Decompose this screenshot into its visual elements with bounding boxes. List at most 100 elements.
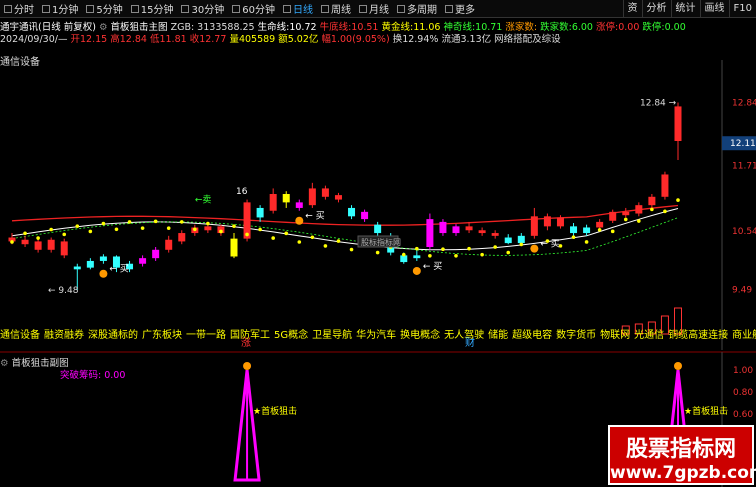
candle-body[interactable] bbox=[478, 230, 486, 234]
concept-tag[interactable]: 物联网 bbox=[600, 330, 630, 341]
candle-body[interactable] bbox=[426, 219, 434, 247]
goldline-dot bbox=[401, 252, 406, 257]
candle-body[interactable] bbox=[517, 235, 525, 244]
candle-body[interactable] bbox=[34, 241, 42, 250]
candle-body[interactable] bbox=[73, 266, 81, 270]
candle-body[interactable] bbox=[47, 239, 55, 250]
candle-body[interactable] bbox=[334, 195, 342, 200]
candle-body[interactable] bbox=[269, 194, 277, 211]
goldline-dot bbox=[519, 242, 524, 247]
candle-body[interactable] bbox=[530, 216, 538, 236]
candle-body[interactable] bbox=[348, 207, 356, 217]
candle-body[interactable] bbox=[504, 237, 512, 244]
concept-tag[interactable]: 超级电容 bbox=[512, 330, 552, 341]
goldline-dot bbox=[271, 236, 275, 240]
goldline-dot bbox=[650, 207, 654, 212]
candle-body[interactable] bbox=[635, 205, 643, 214]
candle-body[interactable] bbox=[178, 233, 186, 242]
goldline-dot bbox=[62, 232, 67, 237]
candle-body[interactable] bbox=[543, 216, 551, 227]
concept-strip: 通信设备 融资融券 深股通标的 广东板块 一带一路 国防军工 5G概念 卫星导航 华为汽车 换电概… bbox=[0, 326, 756, 341]
candle-body[interactable] bbox=[86, 260, 94, 268]
concept-tag[interactable]: 铜缆高速连接 bbox=[668, 330, 728, 341]
candle-body[interactable] bbox=[152, 249, 160, 259]
candle-body[interactable] bbox=[21, 239, 29, 245]
sub-gear-icon[interactable]: ⚙ bbox=[0, 358, 9, 369]
price-tick-label: 10.54 bbox=[732, 227, 756, 237]
goldline-dot bbox=[36, 236, 40, 240]
goldline-dot bbox=[153, 219, 158, 224]
goldline-dot bbox=[310, 235, 315, 240]
goldline-dot bbox=[506, 250, 511, 255]
candle-body[interactable] bbox=[491, 233, 499, 236]
goldline-dot bbox=[336, 239, 341, 243]
goldline-dot bbox=[232, 224, 236, 228]
candle-body[interactable] bbox=[556, 217, 564, 227]
candle-body[interactable] bbox=[139, 258, 147, 264]
goldline-dot bbox=[206, 221, 210, 226]
candle-body[interactable] bbox=[570, 226, 578, 234]
candle-body[interactable] bbox=[282, 194, 290, 203]
concept-tag[interactable]: 储能 bbox=[488, 330, 508, 341]
concept-tag[interactable]: 广东板块 bbox=[142, 330, 182, 341]
watermark-tag-text: 股标指标网 bbox=[361, 237, 401, 247]
goldline-dot bbox=[245, 232, 249, 237]
candle-body[interactable] bbox=[622, 211, 630, 216]
concept-tag[interactable]: 华为汽车 bbox=[356, 330, 396, 341]
candle-body[interactable] bbox=[413, 255, 421, 259]
candle-body[interactable] bbox=[204, 226, 212, 231]
sub-indicator-value: 0.00 bbox=[104, 370, 126, 381]
candle-body[interactable] bbox=[321, 188, 329, 197]
concept-tag[interactable]: 通信设备 bbox=[0, 330, 40, 341]
goldline-dot bbox=[454, 253, 458, 258]
buy-signal-label: ← 买 bbox=[109, 264, 128, 275]
concept-tag[interactable]: 卫星导航 bbox=[312, 330, 352, 341]
goldline-dot bbox=[493, 245, 497, 249]
candle-body[interactable] bbox=[256, 207, 264, 218]
concept-tag[interactable]: 换电概念 bbox=[400, 330, 440, 341]
limit-count-label: 16 bbox=[236, 187, 248, 197]
goldline-dot bbox=[23, 231, 27, 236]
candle-body[interactable] bbox=[648, 196, 656, 206]
candle-body[interactable] bbox=[295, 202, 303, 208]
goldline-dot bbox=[571, 235, 576, 240]
concept-tag[interactable]: 无人驾驶 bbox=[444, 330, 484, 341]
concept-tag[interactable]: 5G概念 bbox=[274, 330, 308, 341]
concept-tag[interactable]: 数字货币 bbox=[556, 330, 596, 341]
buy-signal-icon bbox=[99, 269, 108, 278]
goldline-dot bbox=[193, 227, 197, 232]
candle-body[interactable] bbox=[374, 224, 382, 234]
kline-chart[interactable]: 12.8412.1111.7110.549.4912.84 →← 9.4816 … bbox=[0, 0, 756, 487]
buy-signal-label: ← 买 bbox=[540, 239, 559, 250]
concept-tag[interactable]: 国防军工 bbox=[230, 330, 270, 341]
candle-body[interactable] bbox=[465, 226, 473, 231]
concept-tag[interactable]: 光通信 bbox=[634, 330, 664, 341]
candle-body[interactable] bbox=[361, 211, 369, 220]
candle-body[interactable] bbox=[230, 238, 238, 257]
goldline-dot bbox=[114, 227, 119, 232]
candle-body[interactable] bbox=[609, 211, 617, 221]
concept-tag[interactable]: 融资融券 bbox=[44, 330, 84, 341]
concept-tag[interactable]: 商业航天 bbox=[732, 330, 756, 341]
candle-body[interactable] bbox=[674, 106, 682, 141]
concept-tag[interactable]: 深股通标的 bbox=[88, 330, 138, 341]
candle-body[interactable] bbox=[583, 227, 591, 234]
candle-body[interactable] bbox=[661, 174, 669, 197]
candle-body[interactable] bbox=[99, 256, 107, 261]
watermark-line1: 股票指标网 bbox=[625, 437, 736, 462]
candle-body[interactable] bbox=[60, 241, 68, 256]
candle-body[interactable] bbox=[452, 226, 460, 234]
watermark-line2: www.7gpzb.com bbox=[610, 463, 756, 483]
candle-body[interactable] bbox=[439, 221, 447, 234]
candle-body[interactable] bbox=[165, 239, 173, 250]
candle-body[interactable] bbox=[308, 188, 316, 206]
goldline-dot bbox=[441, 247, 445, 252]
goldline-dot bbox=[415, 246, 419, 251]
buy-signal-label: ← 买 bbox=[305, 211, 324, 222]
buy-signal-label: ← 买 bbox=[423, 261, 442, 272]
goldline-dot bbox=[179, 220, 184, 224]
concept-tag[interactable]: 一带一路 bbox=[186, 330, 226, 341]
signal-label: ★首板狙击 bbox=[684, 405, 728, 417]
sub-panel-header: ⚙ 首板狙击副图 bbox=[0, 355, 69, 369]
candle-body[interactable] bbox=[596, 221, 604, 228]
